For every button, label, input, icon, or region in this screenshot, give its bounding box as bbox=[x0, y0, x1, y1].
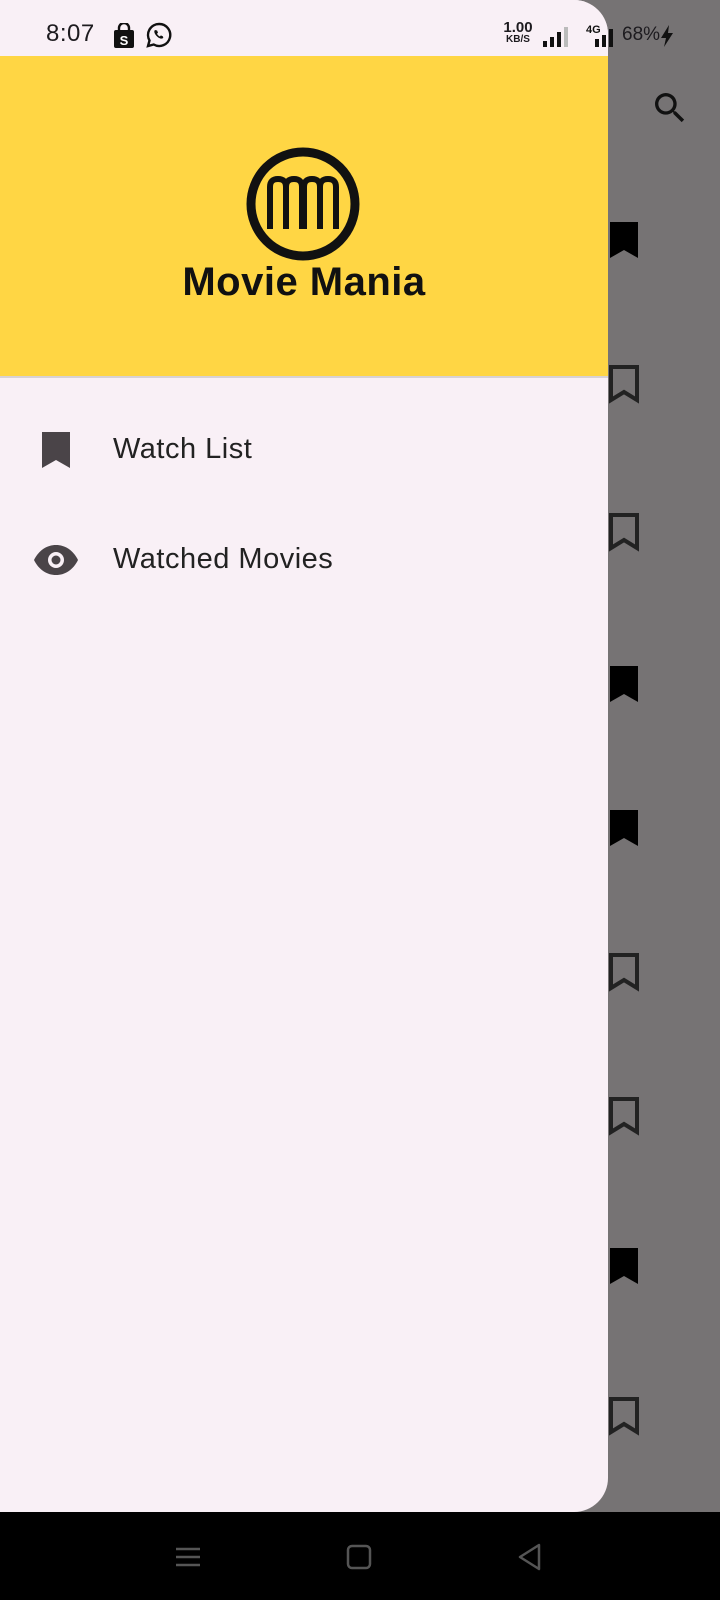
menu-button[interactable] bbox=[171, 1540, 205, 1574]
back-button[interactable] bbox=[513, 1540, 547, 1574]
svg-text:S: S bbox=[120, 33, 129, 48]
drawer-item-watched-movies[interactable]: Watched Movies bbox=[0, 520, 608, 600]
battery-level: 68% bbox=[622, 24, 661, 45]
bookmark-outline-icon bbox=[609, 1397, 639, 1436]
drawer-item-watch-list[interactable]: Watch List bbox=[0, 410, 608, 490]
bookmark-filled-icon bbox=[610, 1248, 638, 1284]
eye-icon bbox=[34, 545, 78, 575]
signal-4g-icon bbox=[595, 29, 613, 47]
bookmark-outline-icon bbox=[609, 1097, 639, 1136]
movie-mania-logo bbox=[246, 147, 360, 261]
net-speed: 1.00 KB/S bbox=[503, 19, 533, 45]
status-bar: 8:07 S 1.00 KB/S 4G bbox=[0, 0, 608, 56]
signal-icon bbox=[543, 27, 568, 47]
drawer-item-label: Watched Movies bbox=[113, 543, 334, 575]
home-button[interactable] bbox=[342, 1540, 376, 1574]
status-time: 8:07 bbox=[46, 20, 95, 47]
navigation-drawer: 8:07 S 1.00 KB/S 4G Movie Mania Watch Li… bbox=[0, 0, 608, 1512]
drawer-header: Movie Mania bbox=[0, 56, 608, 378]
bookmark-outline-icon bbox=[609, 953, 639, 992]
bookmark-filled-icon bbox=[610, 666, 638, 702]
system-nav-bar bbox=[0, 1512, 720, 1600]
bookmark-outline-icon bbox=[609, 513, 639, 552]
whatsapp-icon bbox=[146, 22, 172, 48]
bookmark-icon bbox=[42, 432, 70, 468]
bookmark-outline-icon bbox=[609, 365, 639, 404]
bookmark-filled-icon bbox=[610, 810, 638, 846]
shopping-bag-icon: S bbox=[114, 23, 134, 48]
charging-icon bbox=[661, 25, 673, 47]
app-name: Movie Mania bbox=[182, 260, 426, 304]
drawer-item-label: Watch List bbox=[113, 433, 253, 465]
search-icon bbox=[655, 93, 685, 123]
bookmark-filled-icon bbox=[610, 222, 638, 258]
